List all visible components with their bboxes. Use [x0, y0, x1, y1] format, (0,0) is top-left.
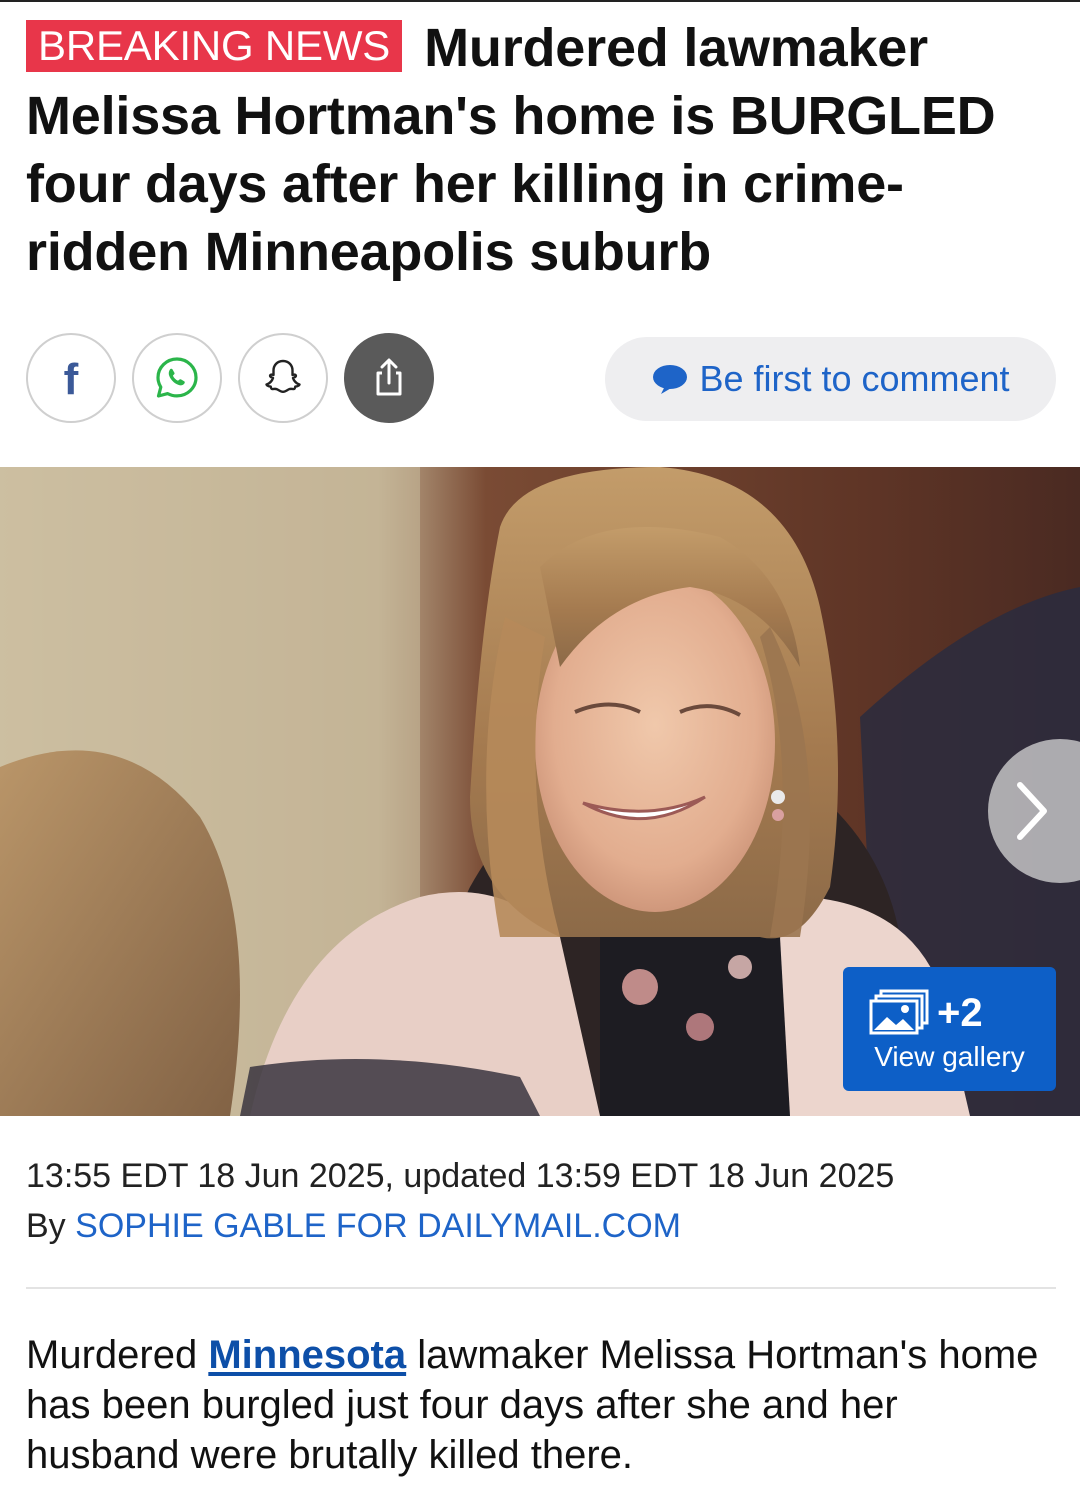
top-rule	[0, 0, 1080, 2]
share-icon	[376, 358, 402, 396]
snapchat-icon	[265, 359, 301, 393]
article-paragraph: Murdered Minnesota lawmaker Melissa Hort…	[26, 1330, 1056, 1480]
comment-label: Be first to comment	[699, 358, 1010, 399]
chevron-right-icon	[1017, 782, 1047, 840]
breaking-news-badge: BREAKING NEWS	[26, 20, 403, 72]
article-byline: By SOPHIE GABLE FOR DAILYMAIL.COM	[26, 1202, 681, 1250]
byline-prefix: By	[26, 1207, 66, 1245]
gallery-label: View gallery	[874, 1041, 1025, 1072]
facebook-icon: f	[63, 355, 79, 404]
view-gallery-button[interactable]: +2 View gallery	[843, 967, 1056, 1091]
comment-bubble-icon	[653, 365, 688, 394]
minnesota-topic-link[interactable]: Minnesota	[208, 1333, 406, 1377]
facebook-share-button[interactable]: f	[26, 333, 116, 423]
article-dateline: 13:55 EDT 18 Jun 2025, updated 13:59 EDT…	[26, 1157, 895, 1195]
author-link[interactable]: SOPHIE GABLE FOR DAILYMAIL.COM	[75, 1207, 681, 1245]
share-bar: f Be first to comment	[26, 333, 1056, 427]
article-headline: BREAKING NEWS Murdered lawmaker Melissa H…	[26, 14, 1056, 286]
gallery-count: +2	[937, 991, 983, 1035]
hero-photo[interactable]: +2 View gallery	[0, 467, 1080, 1116]
whatsapp-icon	[156, 357, 198, 398]
more-share-button[interactable]	[344, 333, 434, 423]
snapchat-share-button[interactable]	[238, 333, 328, 423]
comment-button[interactable]: Be first to comment	[605, 337, 1056, 421]
paragraph-text-start: Murdered	[26, 1333, 198, 1377]
gallery-icon	[869, 989, 929, 1035]
divider	[26, 1287, 1056, 1289]
whatsapp-share-button[interactable]	[132, 333, 222, 423]
